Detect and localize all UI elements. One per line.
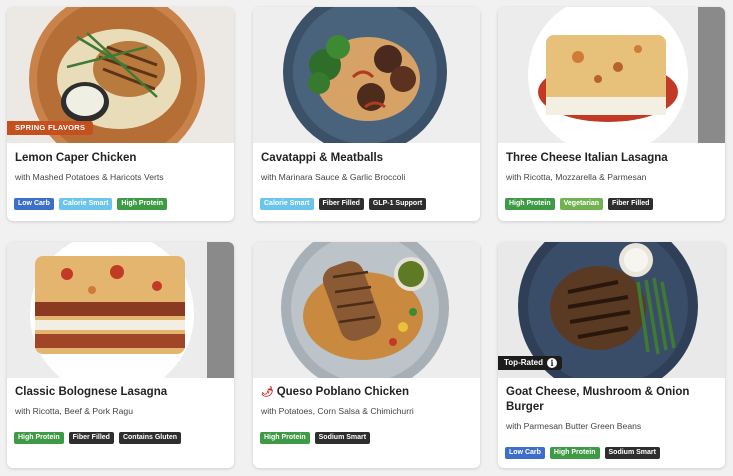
meal-card-lemon-caper-chicken[interactable]: SPRING FLAVORS Lemon Caper Chicken with … bbox=[7, 7, 234, 221]
badge-list: Low Carb High Protein Sodium Smart bbox=[505, 447, 660, 459]
meal-card-queso-poblano-chicken[interactable]: 🌶 Queso Poblano Chicken with Potatoes, Co… bbox=[253, 242, 480, 468]
badge-glp1-support: GLP-1 Support bbox=[368, 198, 427, 210]
meal-subtitle: with Mashed Potatoes & Haricots Verts bbox=[15, 172, 164, 182]
badge-fiber-filled: Fiber Filled bbox=[318, 198, 364, 210]
meal-title: Goat Cheese, Mushroom & Onion Burger bbox=[506, 386, 690, 413]
info-icon[interactable]: i bbox=[546, 358, 557, 368]
meal-card-three-cheese-lasagna[interactable]: Three Cheese Italian Lasagna with Ricott… bbox=[498, 7, 725, 221]
badge-calorie-smart: Calorie Smart bbox=[260, 198, 314, 210]
meal-title: Cavatappi & Meatballs bbox=[261, 152, 384, 164]
meal-subtitle: with Parmesan Butter Green Beans bbox=[506, 421, 642, 431]
badge-fiber-filled: Fiber Filled bbox=[608, 198, 654, 210]
meal-image bbox=[253, 242, 480, 378]
chili-pepper-icon: 🌶 bbox=[261, 387, 274, 398]
meal-card-cavatappi-meatballs[interactable]: Cavatappi & Meatballs with Marinara Sauc… bbox=[253, 7, 480, 221]
meal-card-bolognese-lasagna[interactable]: Classic Bolognese Lasagna with Ricotta, … bbox=[7, 242, 234, 468]
badge-contains-gluten: Contains Gluten bbox=[118, 432, 182, 444]
meal-image bbox=[253, 7, 480, 143]
meal-title: Three Cheese Italian Lasagna bbox=[506, 152, 668, 164]
meal-subtitle: with Ricotta, Mozzarella & Parmesan bbox=[506, 172, 647, 182]
promo-badge: SPRING FLAVORS bbox=[7, 121, 94, 135]
badge-high-protein: High Protein bbox=[505, 198, 555, 210]
badge-list: High Protein Sodium Smart bbox=[260, 432, 371, 444]
top-rated-badge[interactable]: Top-Rated i bbox=[498, 356, 562, 370]
badge-high-protein: High Protein bbox=[549, 447, 600, 459]
meal-image bbox=[498, 7, 725, 143]
badge-list: High Protein Fiber Filled Contains Glute… bbox=[14, 432, 182, 444]
badge-sodium-smart: Sodium Smart bbox=[604, 447, 660, 459]
top-rated-label: Top-Rated bbox=[504, 358, 543, 367]
meal-subtitle: with Ricotta, Beef & Pork Ragu bbox=[15, 406, 133, 416]
badge-sodium-smart: Sodium Smart bbox=[314, 432, 371, 444]
meal-title: Lemon Caper Chicken bbox=[15, 152, 137, 164]
meal-subtitle: with Marinara Sauce & Garlic Broccoli bbox=[261, 172, 406, 182]
meal-title-text: Queso Poblano Chicken bbox=[276, 386, 409, 398]
badge-vegetarian: Vegetarian bbox=[559, 198, 604, 210]
meal-card-goat-cheese-burger[interactable]: Top-Rated i Goat Cheese, Mushroom & Onio… bbox=[498, 242, 725, 468]
meal-title: 🌶 Queso Poblano Chicken bbox=[261, 385, 472, 400]
badge-calorie-smart: Calorie Smart bbox=[58, 198, 113, 210]
badge-high-protein: High Protein bbox=[260, 432, 310, 444]
badge-list: High Protein Vegetarian Fiber Filled bbox=[505, 198, 654, 210]
meal-image bbox=[7, 242, 234, 378]
badge-high-protein: High Protein bbox=[14, 432, 64, 444]
meal-subtitle: with Potatoes, Corn Salsa & Chimichurri bbox=[261, 406, 414, 416]
badge-low-carb: Low Carb bbox=[505, 447, 545, 459]
meal-title: Classic Bolognese Lasagna bbox=[15, 386, 168, 398]
badge-list: Calorie Smart Fiber Filled GLP-1 Support bbox=[260, 198, 427, 210]
badge-list: Low Carb Calorie Smart High Protein bbox=[14, 198, 168, 210]
badge-fiber-filled: Fiber Filled bbox=[68, 432, 114, 444]
badge-low-carb: Low Carb bbox=[14, 198, 54, 210]
badge-high-protein: High Protein bbox=[117, 198, 168, 210]
